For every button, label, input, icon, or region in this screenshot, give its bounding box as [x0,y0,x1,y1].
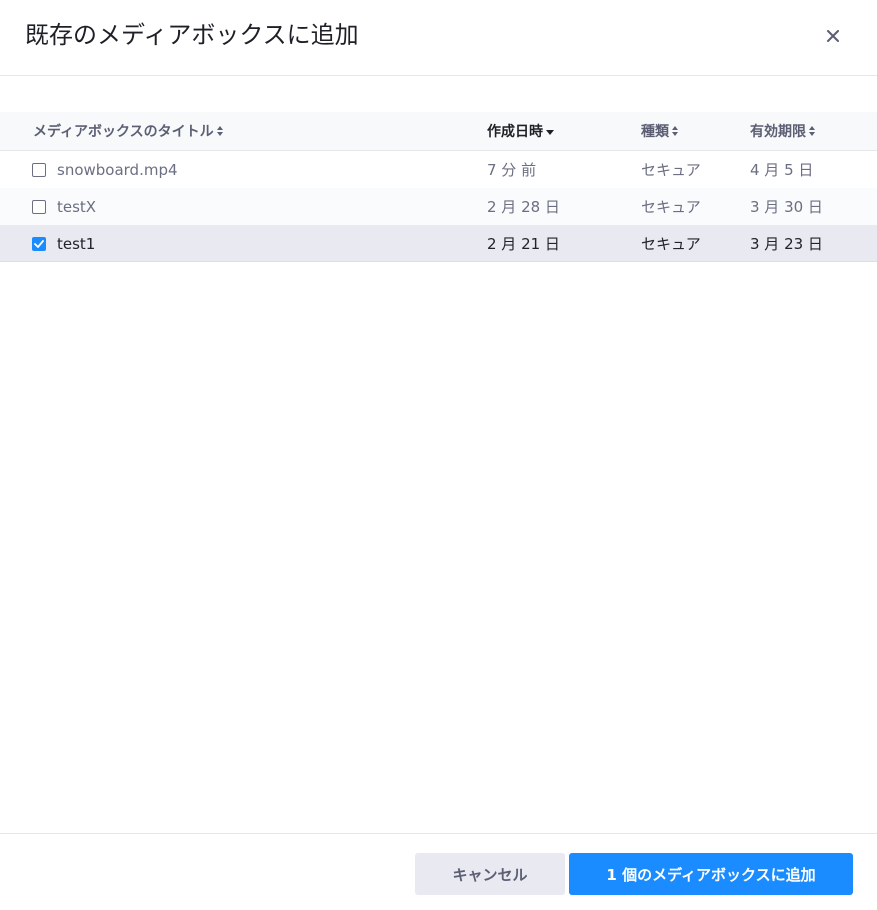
sort-both-icon [216,126,223,136]
row-created: 2 月 28 日 [487,198,560,216]
sort-desc-icon [546,130,554,135]
row-type: セキュア [641,198,701,216]
column-header-expiry[interactable]: 有効期限 [750,112,816,150]
sort-both-icon [672,126,678,136]
close-icon [827,30,839,42]
row-type: セキュア [641,235,701,253]
row-expiry: 3 月 23 日 [750,235,823,253]
row-type: セキュア [641,161,701,179]
row-checkbox[interactable] [32,237,46,251]
row-title: snowboard.mp4 [57,160,178,179]
row-checkbox[interactable] [32,163,46,177]
table-row[interactable]: test1 2 月 21 日 セキュア 3 月 23 日 [0,225,877,262]
row-created: 7 分 前 [487,161,537,179]
close-button[interactable] [819,22,847,50]
column-header-label: 作成日時 [487,124,543,140]
column-header-label: 種類 [641,124,669,140]
column-header-type[interactable]: 種類 [641,112,679,150]
row-expiry: 4 月 5 日 [750,161,814,179]
column-header-label: メディアボックスのタイトル [33,124,214,140]
row-checkbox[interactable] [32,200,46,214]
row-title: test1 [57,234,96,253]
dialog-header: 既存のメディアボックスに追加 [0,0,877,76]
add-to-mediabox-button[interactable]: 1 個のメディアボックスに追加 [569,853,853,895]
table-row[interactable]: snowboard.mp4 7 分 前 セキュア 4 月 5 日 [0,151,877,188]
column-header-created[interactable]: 作成日時 [487,112,555,150]
column-header-title[interactable]: メディアボックスのタイトル [33,112,224,150]
mediabox-table: メディアボックスのタイトル 作成日時 種類 有効期限 snowboard.mp4… [0,112,877,262]
row-expiry: 3 月 30 日 [750,198,823,216]
row-title: testX [57,197,97,216]
row-created: 2 月 21 日 [487,235,560,253]
add-to-mediabox-dialog: 既存のメディアボックスに追加 メディアボックスのタイトル 作成日時 種類 有効期… [0,0,877,910]
dialog-title: 既存のメディアボックスに追加 [25,21,359,49]
sort-both-icon [809,126,815,136]
dialog-footer: キャンセル 1 個のメディアボックスに追加 [0,833,877,910]
check-icon [34,240,44,248]
table-row[interactable]: testX 2 月 28 日 セキュア 3 月 30 日 [0,188,877,225]
table-header: メディアボックスのタイトル 作成日時 種類 有効期限 [0,112,877,151]
cancel-button[interactable]: キャンセル [415,853,565,895]
column-header-label: 有効期限 [750,124,806,140]
